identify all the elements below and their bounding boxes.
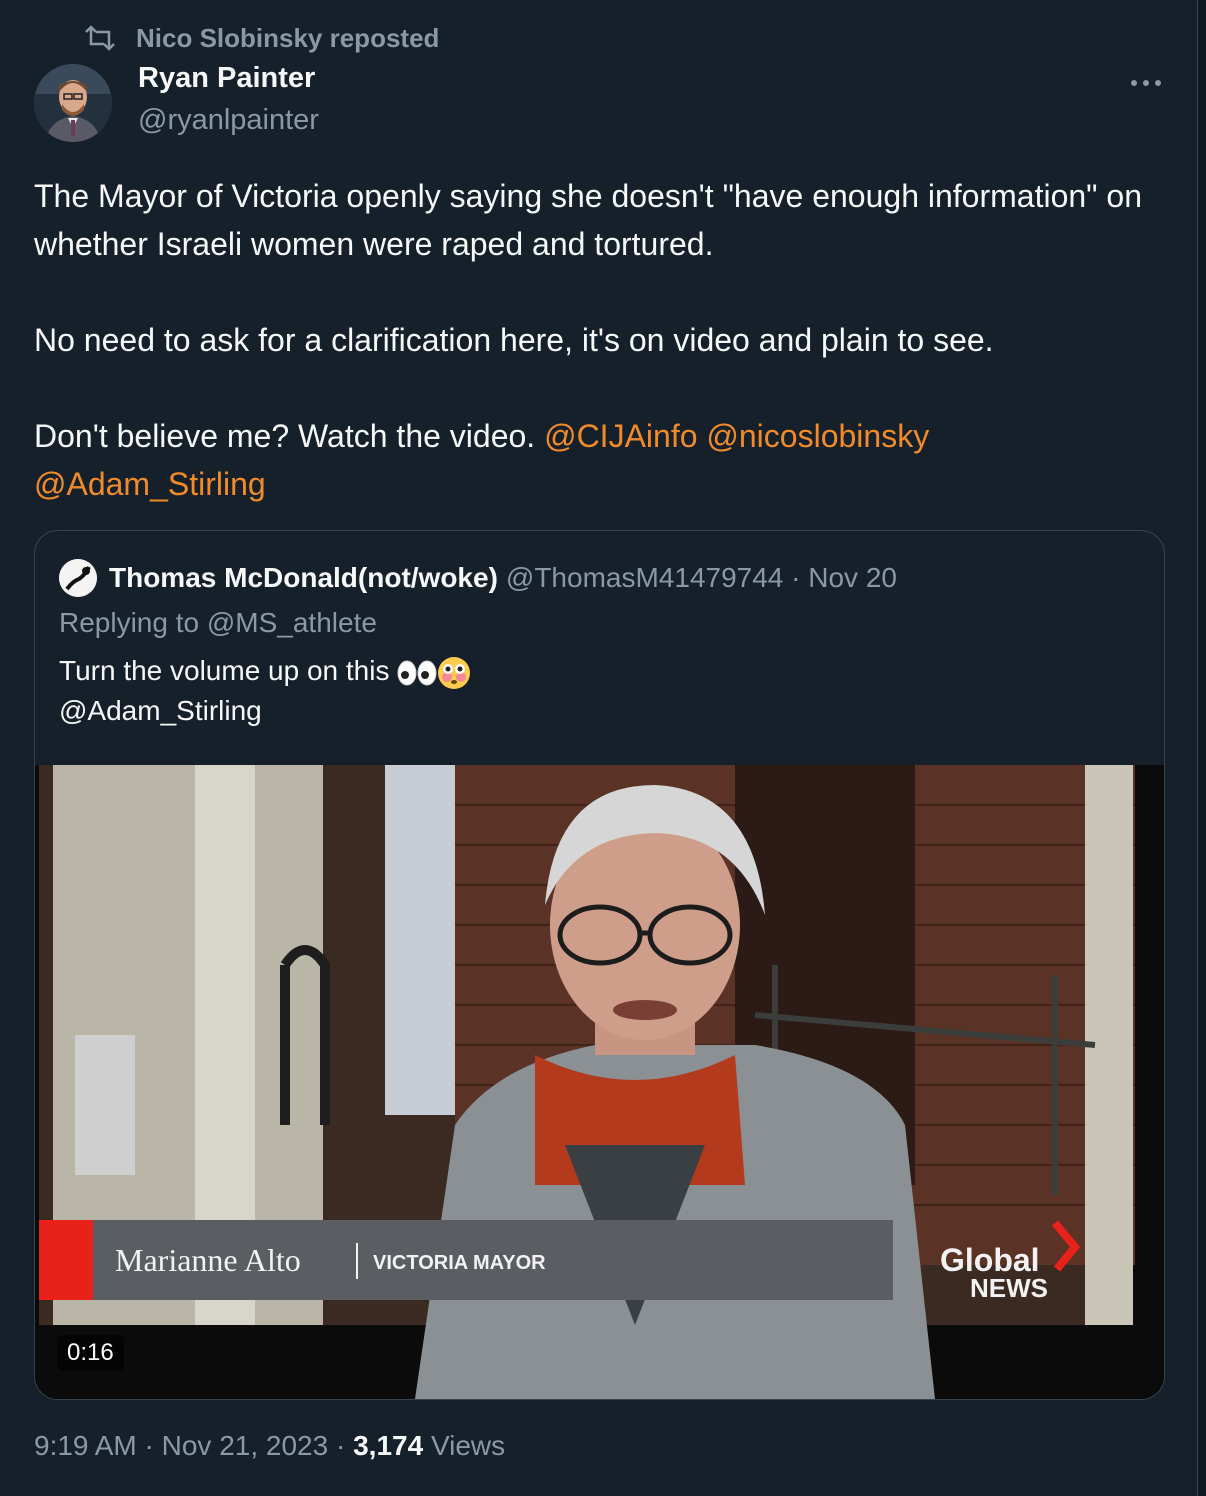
repost-label: Nico Slobinsky reposted xyxy=(136,22,440,53)
repost-icon xyxy=(85,25,115,51)
mention-link[interactable]: @Adam_Stirling xyxy=(34,466,266,502)
tweet-text: The Mayor of Victoria openly saying she … xyxy=(34,172,1154,508)
tweet-date[interactable]: Nov 21, 2023 xyxy=(162,1430,329,1461)
quote-avatar[interactable] xyxy=(59,559,97,597)
flushed-face-emoji-icon xyxy=(438,656,471,689)
views-label: Views xyxy=(430,1430,506,1461)
video-player[interactable]: Marianne Alto VICTORIA MAYOR Global NEWS… xyxy=(35,765,1164,1399)
meta-separator: · xyxy=(136,1430,162,1461)
meta-separator: · xyxy=(328,1430,354,1461)
author-name[interactable]: Ryan Painter xyxy=(138,62,315,95)
quote-text-line: Turn the volume up on this xyxy=(59,655,390,686)
eyes-emoji-icon xyxy=(397,660,437,686)
tweet-meta: 9:19 AM · Nov 21, 2023 · 3,174 Views xyxy=(34,1430,505,1462)
scrollbar-track xyxy=(1197,0,1206,1496)
mention-link[interactable]: @CIJAinfo xyxy=(544,418,697,454)
video-duration: 0:16 xyxy=(57,1335,124,1371)
quote-handle-date: @ThomasM41479744 · Nov 20 xyxy=(505,562,897,593)
quote-mention[interactable]: @Adam_Stirling xyxy=(59,695,262,726)
quote-header: Thomas McDonald(not/woke) @ThomasM414797… xyxy=(59,559,897,597)
global-news-logo-line2: NEWS xyxy=(970,1273,1048,1303)
more-options-icon[interactable] xyxy=(1126,72,1166,94)
quote-author-name[interactable]: Thomas McDonald(not/woke) xyxy=(109,562,498,594)
views-count: 3,174 xyxy=(353,1430,424,1461)
repost-indicator[interactable]: Nico Slobinsky reposted xyxy=(82,20,439,56)
tweet-paragraph-1: The Mayor of Victoria openly saying she … xyxy=(34,178,1143,262)
quote-text: Turn the volume up on this @Adam_Stirlin… xyxy=(59,651,471,731)
tweet-paragraph-3: Don't believe me? Watch the video. @CIJA… xyxy=(34,412,1154,508)
avatar[interactable] xyxy=(34,64,112,142)
mention-link[interactable]: @nicoslobinsky xyxy=(706,418,929,454)
author-handle[interactable]: @ryanlpainter xyxy=(138,104,319,137)
quote-replying-to: Replying to @MS_athlete xyxy=(59,607,377,638)
lower-third-name: Marianne Alto xyxy=(115,1242,301,1278)
tweet-paragraph-2: No need to ask for a clarification here,… xyxy=(34,322,994,358)
tweet-time[interactable]: 9:19 AM xyxy=(34,1430,137,1461)
tweet-paragraph-3-text: Don't believe me? Watch the video. xyxy=(34,418,536,454)
quote-tweet-card[interactable]: Thomas McDonald(not/woke) @ThomasM414797… xyxy=(34,530,1165,1400)
lower-third-title: VICTORIA MAYOR xyxy=(373,1252,546,1274)
video-frame: Marianne Alto VICTORIA MAYOR Global NEWS xyxy=(35,765,1164,1399)
